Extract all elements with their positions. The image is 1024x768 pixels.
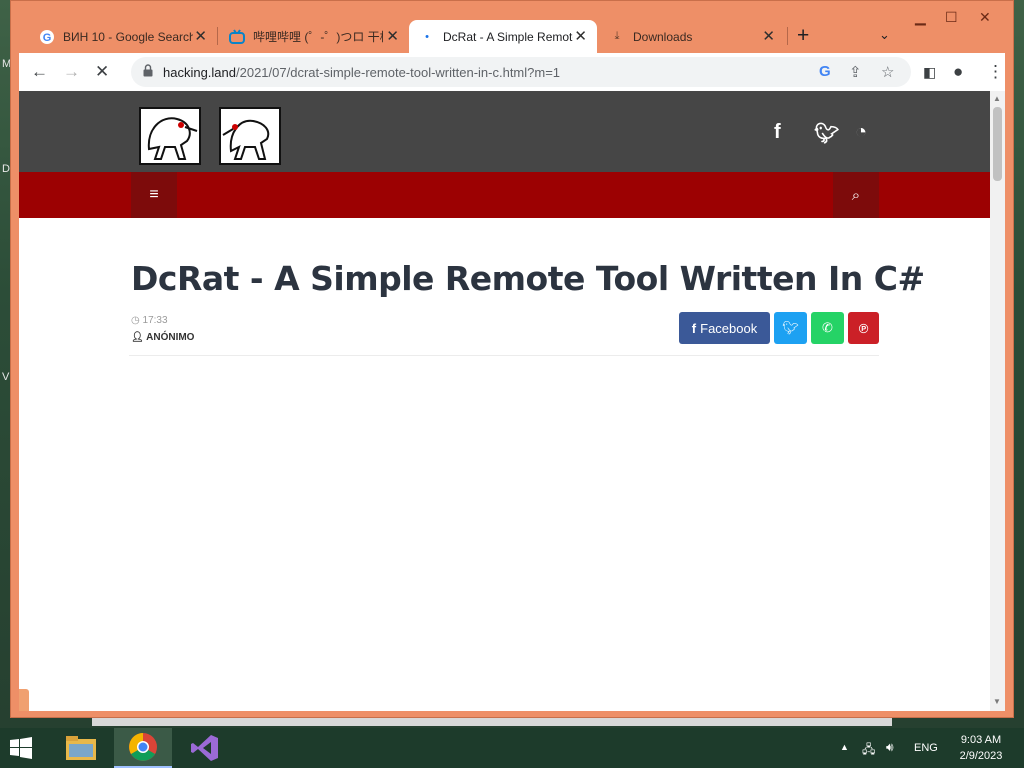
close-tab-icon[interactable]: ✕ (762, 29, 775, 44)
loading-spinner-icon: • (425, 30, 429, 43)
post-author[interactable]: 👤︎ ANÓNIMO (131, 332, 194, 343)
browser-toolbar: ← → ✕ hacking.land/2021/07/dcrat-simple-… (19, 53, 1005, 91)
rss-icon[interactable]: ◔ (855, 121, 867, 144)
tab-bilibili[interactable]: 哔哩哔哩 (゜-゜)つロ 干杯~ ✕ (219, 20, 409, 53)
windows-start-icon[interactable] (10, 737, 32, 759)
minimize-button[interactable]: ▁ (915, 9, 926, 26)
address-bar[interactable]: hacking.land/2021/07/dcrat-simple-remote… (131, 57, 911, 87)
browser-window: G ВИН 10 - Google Search ✕ 哔哩哔哩 (゜-゜)つロ … (10, 0, 1014, 718)
main-nav-bar: ≡ ⌕ (19, 172, 990, 218)
share-facebook-button[interactable]: f Facebook (679, 312, 770, 344)
twitter-icon[interactable]: 🐦︎ (814, 121, 839, 146)
bookmark-star-icon[interactable]: ☆ (881, 63, 894, 81)
bilibili-tv-icon (229, 28, 245, 45)
volume-icon[interactable]: 🔊︎ (886, 740, 894, 755)
tab-title: 哔哩哔哩 (゜-゜)つロ 干杯~ (253, 30, 383, 44)
maximize-button[interactable]: ☐ (945, 9, 958, 26)
lock-icon[interactable] (143, 64, 153, 77)
post-time: ◷ 17:33 (131, 315, 168, 326)
desktop-icon-label[interactable]: V (2, 371, 9, 383)
site-header: f 🐦︎ ◔ (19, 91, 990, 172)
google-lens-icon[interactable]: G (819, 63, 831, 80)
visual-studio-icon[interactable] (176, 728, 234, 768)
tab-strip: G ВИН 10 - Google Search ✕ 哔哩哔哩 (゜-゜)つロ … (11, 1, 1013, 53)
scroll-down-arrow-icon[interactable]: ▼ (993, 697, 1001, 706)
svg-text:G: G (43, 32, 52, 44)
share-whatsapp-button[interactable]: ✆ (811, 312, 844, 344)
page-edge-tab (19, 689, 29, 711)
hamburger-menu-button[interactable]: ≡ (131, 172, 177, 218)
close-tab-icon[interactable]: ✕ (574, 29, 587, 44)
tab-title: Downloads (633, 29, 693, 44)
show-hidden-icons-chevron-icon[interactable]: ▲ (840, 742, 849, 752)
tab-google-search[interactable]: G ВИН 10 - Google Search ✕ (29, 20, 217, 53)
close-window-button[interactable]: ✕ (979, 9, 991, 26)
new-tab-button[interactable]: + (797, 25, 809, 47)
close-tab-icon[interactable]: ✕ (386, 29, 399, 44)
stop-loading-icon[interactable]: ✕ (95, 62, 109, 82)
system-clock[interactable]: 9:03 AM 2/9/2023 (952, 732, 1010, 764)
twitter-icon: 🐦︎ (782, 320, 799, 335)
facebook-icon: f (691, 320, 697, 336)
site-logo[interactable] (139, 107, 201, 165)
pinterest-icon: ℗ (858, 320, 869, 336)
url-text[interactable]: hacking.land/2021/07/dcrat-simple-remote… (163, 65, 560, 80)
tab-search-chevron-icon[interactable]: ⌄ (879, 27, 890, 43)
share-icon[interactable]: ⇪ (849, 63, 862, 81)
kebab-menu-icon[interactable]: ⋮ (987, 62, 1004, 82)
clock-date: 2/9/2023 (959, 750, 1003, 762)
profile-avatar-icon[interactable]: ● (953, 62, 963, 82)
page-viewport: f 🐦︎ ◔ ≡ ⌕ DcRat - A Simple Remote Tool … (19, 91, 1005, 711)
desktop-icon-label[interactable]: D (2, 163, 10, 175)
site-logo-secondary[interactable] (219, 107, 281, 165)
user-icon: 👤︎ (131, 332, 144, 343)
close-tab-icon[interactable]: ✕ (194, 29, 207, 44)
horizontal-scrollbar[interactable] (92, 718, 892, 726)
tab-dcrat[interactable]: • DcRat - A Simple Remote Tool ✕ (409, 20, 597, 53)
clock-time: 9:03 AM (960, 734, 1002, 746)
share-pinterest-button[interactable]: ℗ (848, 312, 879, 344)
vertical-scrollbar[interactable]: ▲ ▼ (990, 91, 1005, 711)
clock-icon: ◷ (131, 315, 140, 326)
post-title: DcRat - A Simple Remote Tool Written In … (131, 259, 925, 298)
tab-title: DcRat - A Simple Remote Tool (443, 29, 573, 44)
whatsapp-icon: ✆ (822, 320, 833, 335)
header-divider (129, 355, 879, 356)
language-indicator[interactable]: ENG (914, 742, 938, 754)
share-twitter-button[interactable]: 🐦︎ (774, 312, 807, 344)
facebook-icon[interactable]: f (774, 121, 781, 144)
back-arrow-icon[interactable]: ← (31, 62, 48, 82)
network-icon[interactable]: 🖧︎ (862, 740, 875, 761)
chrome-icon[interactable] (114, 728, 172, 768)
forward-arrow-icon[interactable]: → (63, 62, 80, 82)
scrollbar-thumb[interactable] (993, 107, 1002, 181)
side-panel-icon[interactable]: ◧ (923, 62, 936, 82)
file-explorer-icon[interactable] (52, 728, 110, 768)
google-g-icon: G (39, 29, 55, 45)
search-icon[interactable]: ⌕ (833, 172, 879, 218)
scroll-up-arrow-icon[interactable]: ▲ (993, 94, 1001, 103)
taskbar: ▲ 🖧︎ 🔊︎ ENG 9:03 AM 2/9/2023 (0, 728, 1024, 768)
download-icon: ⤓ (614, 30, 620, 42)
tab-downloads[interactable]: ⤓ Downloads ✕ (599, 20, 785, 53)
tab-title: ВИН 10 - Google Search (63, 29, 193, 44)
